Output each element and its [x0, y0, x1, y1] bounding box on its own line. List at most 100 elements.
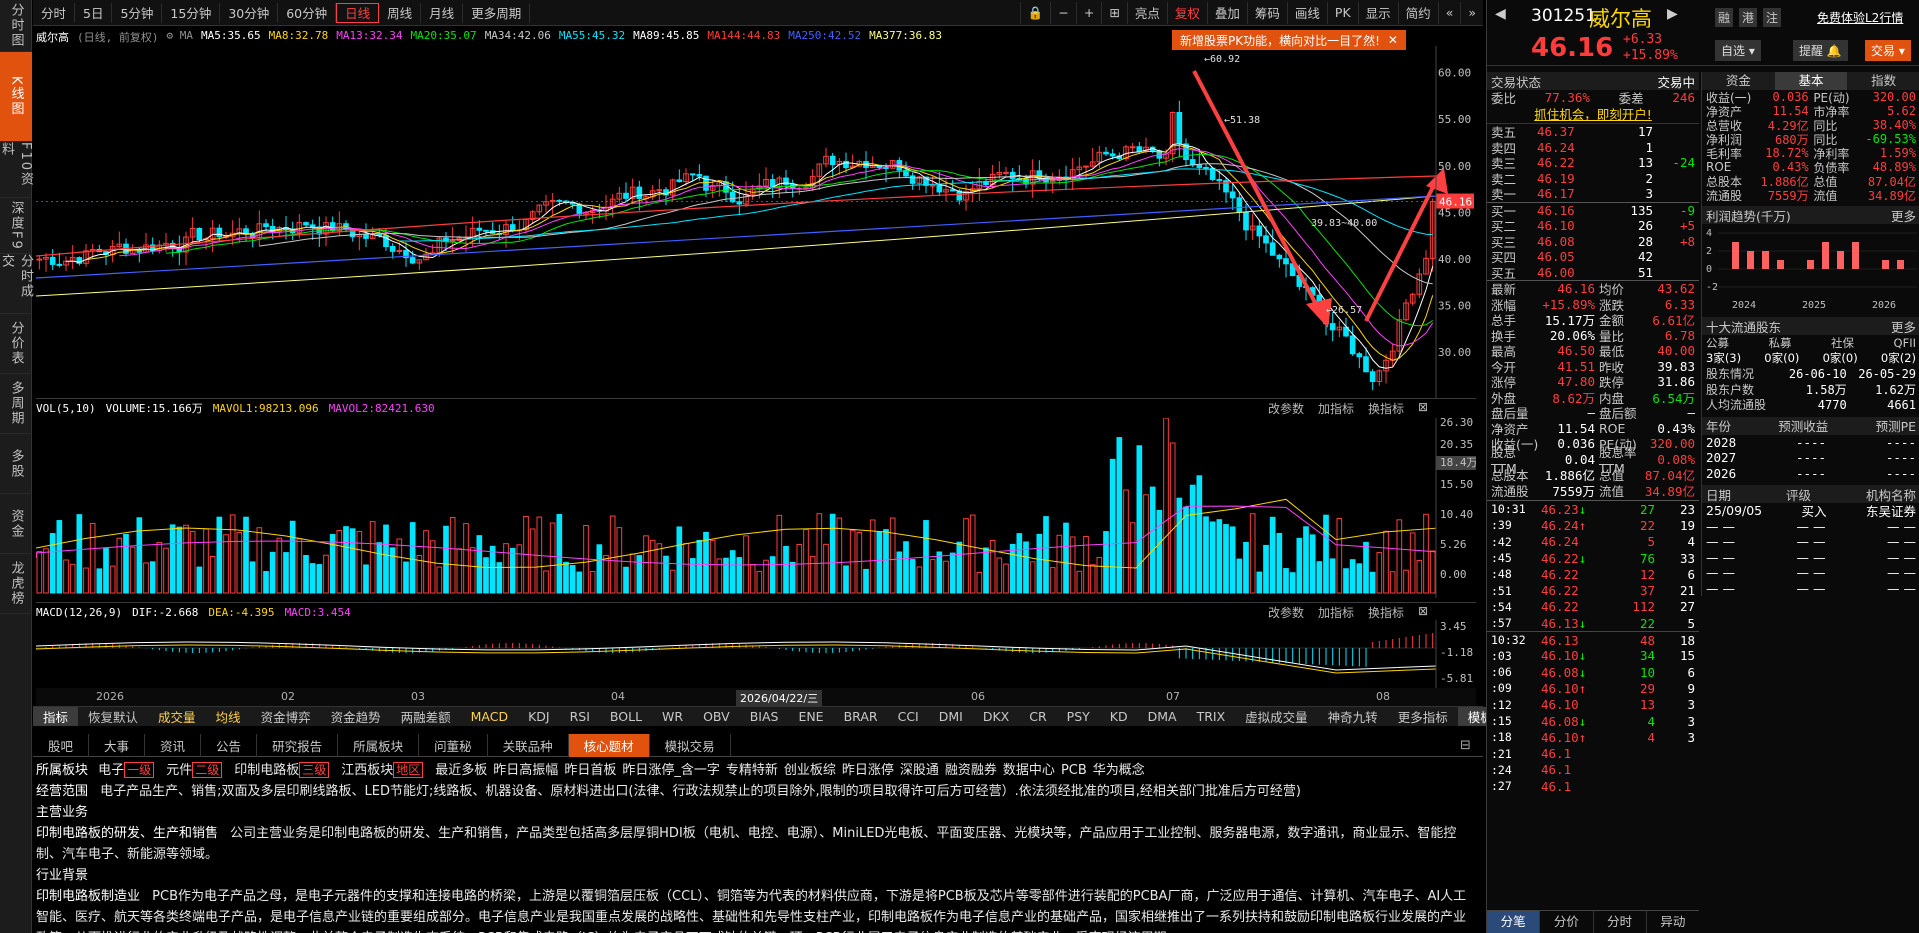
- sector-item[interactable]: 融资融券: [945, 763, 997, 778]
- tool-5[interactable]: PK: [1326, 1, 1358, 24]
- indicator-tab-4[interactable]: 资金博弈: [251, 707, 321, 726]
- margin-flag[interactable]: 融: [1715, 8, 1734, 27]
- info-tab-5[interactable]: 所属板块: [338, 734, 420, 757]
- ask-row[interactable]: 卖一 46.17 3: [1487, 186, 1699, 202]
- indicator-tab-18[interactable]: DKX: [973, 709, 1019, 724]
- period-0[interactable]: 分时: [33, 2, 76, 23]
- indicator-tab-22[interactable]: DMA: [1138, 709, 1187, 724]
- tool-0[interactable]: 亮点: [1126, 1, 1167, 24]
- indicator-tab-7[interactable]: MACD: [461, 709, 518, 724]
- sector-item[interactable]: 昨日高振幅: [493, 763, 558, 778]
- info-tab-9[interactable]: 模拟交易: [650, 734, 731, 757]
- indicator-tab-19[interactable]: CR: [1019, 709, 1056, 724]
- info-tab-1[interactable]: 大事: [89, 734, 146, 757]
- period-6[interactable]: 日线: [336, 2, 380, 23]
- sector-item[interactable]: 深股通: [900, 763, 939, 778]
- nav-tab-6[interactable]: 多周期: [0, 374, 32, 434]
- nav-tab-7[interactable]: 多股: [0, 434, 32, 494]
- vol-add-button[interactable]: 加指标: [1318, 400, 1354, 417]
- expand-icon[interactable]: ⊟: [1460, 738, 1471, 753]
- info-tab-4[interactable]: 研究报告: [257, 734, 339, 757]
- indicator-tab-26[interactable]: 更多指标: [1388, 707, 1458, 726]
- close-icon[interactable]: ⊠: [1418, 400, 1428, 417]
- tool-3[interactable]: 筹码: [1246, 1, 1287, 24]
- note-flag[interactable]: 注: [1763, 8, 1782, 27]
- holders-more-link[interactable]: 更多: [1891, 317, 1916, 336]
- period-2[interactable]: 5分钟: [112, 2, 163, 23]
- sector-item[interactable]: 印制电路板: [234, 763, 299, 778]
- info-tab-2[interactable]: 资讯: [145, 734, 202, 757]
- macd-param-button[interactable]: 改参数: [1268, 604, 1304, 621]
- close-icon[interactable]: ✕: [1388, 33, 1398, 47]
- close-icon[interactable]: ⊠: [1418, 604, 1428, 621]
- nav-tab-9[interactable]: 龙虎榜: [0, 554, 32, 614]
- sector-level-tag[interactable]: 二级: [192, 762, 223, 778]
- period-3[interactable]: 15分钟: [162, 2, 221, 23]
- indicator-tab-17[interactable]: DMI: [929, 709, 973, 724]
- nav-tab-3[interactable]: 深度F9: [0, 198, 32, 254]
- macd-switch-button[interactable]: 换指标: [1368, 604, 1404, 621]
- info-tab-8[interactable]: 核心题材: [568, 734, 650, 757]
- zoom-in-icon[interactable]: +: [1075, 1, 1101, 24]
- sector-level-tag[interactable]: 地区: [393, 762, 424, 778]
- indicator-tab-1[interactable]: 恢复默认: [78, 707, 148, 726]
- indicator-tab-25[interactable]: 神奇九转: [1318, 707, 1388, 726]
- lock-icon[interactable]: 🔒: [1019, 1, 1051, 24]
- fund-tab-0[interactable]: 资金: [1702, 72, 1775, 90]
- sector-item[interactable]: 江西板块: [341, 763, 393, 778]
- next-icon[interactable]: »: [1460, 1, 1483, 24]
- profit-more-link[interactable]: 更多: [1891, 206, 1916, 225]
- indicator-tab-8[interactable]: KDJ: [518, 709, 560, 724]
- indicator-tab-5[interactable]: 资金趋势: [321, 707, 391, 726]
- period-4[interactable]: 30分钟: [220, 2, 279, 23]
- indicator-tab-10[interactable]: BOLL: [600, 709, 652, 724]
- info-tab-3[interactable]: 公告: [201, 734, 258, 757]
- indicator-tab-9[interactable]: RSI: [560, 709, 600, 724]
- indicator-tab-15[interactable]: BRAR: [834, 709, 888, 724]
- sector-level-tag[interactable]: 一级: [124, 762, 155, 778]
- info-tab-7[interactable]: 关联品种: [488, 734, 569, 757]
- sector-item[interactable]: 创业板综: [784, 763, 836, 778]
- sector-item[interactable]: 华为概念: [1093, 763, 1145, 778]
- indicator-tab-24[interactable]: 虚拟成交量: [1235, 707, 1318, 726]
- indicator-tab-20[interactable]: PSY: [1057, 709, 1100, 724]
- indicator-tab-13[interactable]: BIAS: [740, 709, 789, 724]
- indicator-tab-0[interactable]: 指标: [33, 707, 79, 726]
- sector-item[interactable]: 昨日涨停: [842, 763, 894, 778]
- rating-row[interactable]: 25/09/05 买入 东吴证券: [1702, 503, 1919, 519]
- fund-tab-1[interactable]: 基本: [1774, 72, 1848, 90]
- nav-tab-4[interactable]: 分时成交: [0, 254, 33, 314]
- tool-6[interactable]: 显示: [1357, 1, 1398, 24]
- tick-tab-0[interactable]: 分笔: [1487, 911, 1540, 933]
- kline-chart[interactable]: ←60.92 ←51.38 ←26.57 39.83~40.00 60.00 55.00 5…: [36, 46, 1476, 398]
- trade-button[interactable]: 交易 ▾: [1865, 40, 1911, 61]
- period-9[interactable]: 更多周期: [463, 2, 531, 23]
- info-tab-6[interactable]: 问董秘: [419, 734, 488, 757]
- sector-item[interactable]: 最近多板: [435, 763, 487, 778]
- prev-stock-icon[interactable]: ◀: [1495, 6, 1506, 22]
- volume-chart[interactable]: 26.30 20.35 18.4万 15.50 10.40 5.26 0.00: [36, 418, 1476, 598]
- indicator-tab-16[interactable]: CCI: [888, 709, 929, 724]
- indicator-tab-12[interactable]: OBV: [693, 709, 740, 724]
- free-trial-link[interactable]: 免费体验L2行情: [1817, 9, 1903, 26]
- period-1[interactable]: 5日: [75, 2, 113, 23]
- nav-tab-8[interactable]: 资金: [0, 494, 32, 554]
- indicator-tab-3[interactable]: 均线: [206, 707, 251, 726]
- tick-tab-3[interactable]: 异动: [1645, 911, 1699, 933]
- bid-row[interactable]: 买五 46.00 51: [1487, 265, 1699, 281]
- settings-icon[interactable]: ⚙ MA: [167, 29, 194, 45]
- sector-item[interactable]: 元件: [166, 763, 192, 778]
- indicator-tab-11[interactable]: WR: [652, 709, 693, 724]
- sector-item[interactable]: 昨日涨停_含一字: [622, 763, 720, 778]
- sector-item[interactable]: 数据中心: [1003, 763, 1055, 778]
- vol-param-button[interactable]: 改参数: [1268, 400, 1304, 417]
- period-5[interactable]: 60分钟: [278, 2, 337, 23]
- period-7[interactable]: 周线: [379, 2, 422, 23]
- macd-chart[interactable]: 3.45 -1.18 -5.81: [36, 620, 1476, 690]
- open-account-ad[interactable]: 抓住机会，即刻开户!: [1487, 106, 1699, 122]
- tool-4[interactable]: 画线: [1286, 1, 1327, 24]
- nav-tab-5[interactable]: 分价表: [0, 314, 32, 374]
- fund-tab-2[interactable]: 指数: [1847, 72, 1919, 90]
- period-8[interactable]: 月线: [421, 2, 464, 23]
- tick-tab-2[interactable]: 分时: [1592, 911, 1646, 933]
